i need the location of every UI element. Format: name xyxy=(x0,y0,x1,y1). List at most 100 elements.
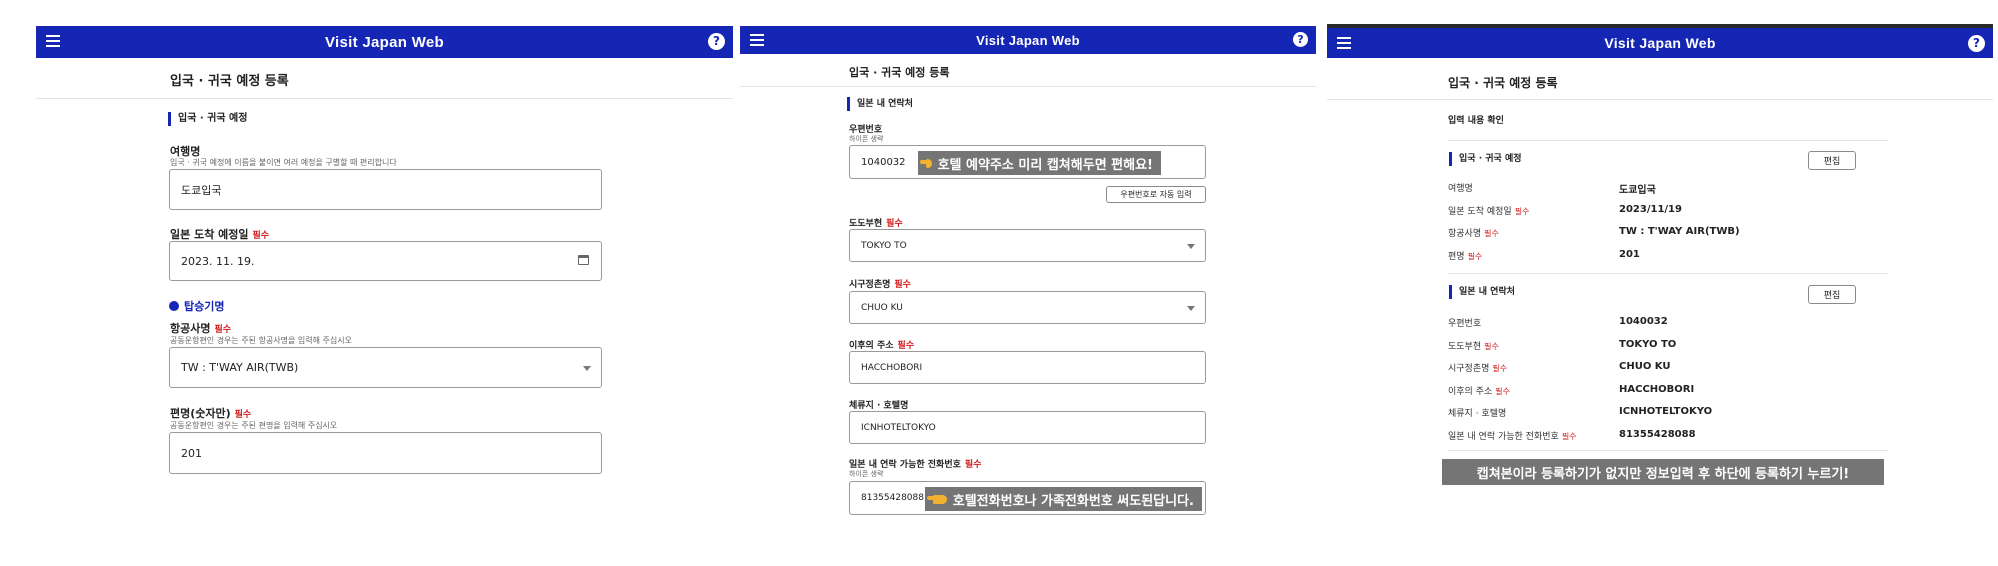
contact-row-label-text: 이후의 주소 xyxy=(1448,386,1493,397)
trip-row-label-text: 항공사명 xyxy=(1448,229,1482,239)
prefecture-label-text: 도도부현 xyxy=(849,219,883,229)
hotel-label-text: 체류지 · 호텔명 xyxy=(849,401,909,411)
chevron-down-icon xyxy=(1187,243,1195,249)
contact-row-value-4: ICNHOTELTOKYO xyxy=(1619,406,1713,417)
contact-row-label-text: 일본 내 연락 가능한 전화번호 xyxy=(1448,431,1559,442)
pointing-hand-icon xyxy=(927,494,947,504)
chevron-down-icon xyxy=(583,365,591,371)
screen-1-trip-plan: Visit Japan Web ? 입국 · 귀국 예정 등록 입국 · 귀국 … xyxy=(36,0,733,566)
auto-input-button[interactable]: 우편번호로 자동 입력 xyxy=(1106,186,1206,203)
prefecture-label: 도도부현 필수 xyxy=(849,216,903,229)
required-badge: 필수 xyxy=(897,341,915,351)
contact-row-label-4: 체류지 · 호텔명 xyxy=(1448,406,1506,419)
required-badge: 필수 xyxy=(214,325,232,335)
flight-no-label: 편명(숫자만) 필수 xyxy=(170,405,251,421)
bottom-callout-text: 캡쳐본이라 등록하기가 없지만 정보입력 후 하단에 등록하기 누르기! xyxy=(1476,466,1850,482)
airline-hint: 공동운항편인 경우는 주된 항공사명을 입력해 주십시오 xyxy=(170,336,352,345)
trip-row-value-3: 201 xyxy=(1619,248,1640,260)
city-label-text: 시구정촌명 xyxy=(849,280,891,290)
help-icon[interactable]: ? xyxy=(708,33,725,50)
trip-name-hint: 입국 · 귀국 예정에 이름을 붙이면 여러 예정을 구별할 때 편리합니다 xyxy=(170,158,397,167)
flight-no-label-text: 편명(숫자만) xyxy=(170,407,231,420)
section-title-trip: 입국 · 귀국 예정 xyxy=(168,112,247,126)
contact-row-label-text: 우편번호 xyxy=(1448,319,1482,329)
flight-section-title: 탑승기명 xyxy=(169,298,224,314)
address-input[interactable]: HACCHOBORI xyxy=(849,351,1206,384)
required-badge: 필수 xyxy=(1484,341,1499,351)
arrival-date-label: 일본 도착 예정일 필수 xyxy=(170,226,269,242)
hotel-value: ICNHOTELTOKYO xyxy=(861,422,936,433)
trip-name-value: 도쿄입국 xyxy=(181,183,222,197)
arrival-date-value: 2023. 11. 19. xyxy=(181,254,255,268)
section1-title: 입국 · 귀국 예정 xyxy=(1449,152,1522,166)
app-title: Visit Japan Web xyxy=(325,33,444,51)
phone-callout: 호텔전화번호나 가족전화번호 써도된답니다. xyxy=(925,487,1202,511)
required-badge: 필수 xyxy=(1467,251,1483,261)
calendar-icon[interactable] xyxy=(578,255,589,265)
required-badge: 필수 xyxy=(1495,386,1510,396)
app-header: Visit Japan Web ? xyxy=(740,26,1316,54)
title-divider xyxy=(740,86,1316,87)
hotel-input[interactable]: ICNHOTELTOKYO xyxy=(849,411,1206,444)
required-badge: 필수 xyxy=(964,460,982,470)
contact-row-label-text: 체류지 · 호텔명 xyxy=(1448,409,1507,419)
help-icon[interactable]: ? xyxy=(1293,32,1308,47)
postal-hint: 하이픈 생략 xyxy=(849,135,884,143)
required-badge: 필수 xyxy=(1561,431,1577,441)
contact-row-label-text: 시구정촌명 xyxy=(1448,364,1490,374)
required-badge: 필수 xyxy=(1514,206,1530,216)
pointing-hand-icon xyxy=(920,158,932,168)
edit-button-trip[interactable]: 편집 xyxy=(1808,151,1856,170)
contact-row-value-2: CHUO KU xyxy=(1619,361,1671,372)
screen-3-confirm: Visit Japan Web ? 입국 · 귀국 예정 등록 입력 내용 확인… xyxy=(1327,0,1993,566)
trip-row-label-text: 여행명 xyxy=(1448,184,1473,194)
trip-name-input[interactable]: 도쿄입국 xyxy=(169,169,602,210)
bottom-divider xyxy=(1448,450,1888,451)
confirm-title: 입력 내용 확인 xyxy=(1448,116,1504,126)
arrival-date-label-text: 일본 도착 예정일 xyxy=(170,228,249,241)
title-divider xyxy=(1327,99,1993,100)
page-title: 입국 · 귀국 예정 등록 xyxy=(170,74,289,89)
contact-row-label-1: 도도부현 필수 xyxy=(1448,339,1499,352)
required-badge: 필수 xyxy=(894,280,911,290)
required-badge: 필수 xyxy=(886,219,903,229)
page-title: 입국 · 귀국 예정 등록 xyxy=(849,66,950,79)
postal-callout: 호텔 예약주소 미리 캡쳐해두면 편해요! xyxy=(918,151,1161,175)
required-badge: 필수 xyxy=(1484,229,1499,238)
hotel-label: 체류지 · 호텔명 xyxy=(849,398,908,411)
prefecture-select[interactable]: TOKYO TO xyxy=(849,229,1206,262)
flight-no-input[interactable]: 201 xyxy=(169,432,602,474)
trip-row-label-1: 일본 도착 예정일 필수 xyxy=(1448,204,1529,217)
trip-row-value-1: 2023/11/19 xyxy=(1619,203,1682,215)
city-select[interactable]: CHUO KU xyxy=(849,291,1206,324)
page-title: 입국 · 귀국 예정 등록 xyxy=(1448,76,1558,90)
required-badge: 필수 xyxy=(252,231,270,241)
address-label: 이후의 주소 필수 xyxy=(849,338,914,351)
airline-value: TW : T'WAY AIR(TWB) xyxy=(181,361,299,374)
prefecture-value: TOKYO TO xyxy=(861,240,907,251)
trip-row-label-3: 편명 필수 xyxy=(1448,249,1482,262)
trip-row-label-0: 여행명 xyxy=(1448,181,1473,194)
trip-row-label-text: 편명 xyxy=(1448,251,1465,262)
app-header: Visit Japan Web ? xyxy=(1327,28,1993,58)
confirm-divider xyxy=(1448,140,1888,141)
edit-button-contact[interactable]: 편집 xyxy=(1808,285,1856,304)
trip-row-value-2: TW : T'WAY AIR(TWB) xyxy=(1619,226,1740,237)
title-divider xyxy=(36,98,733,99)
phone-hint: 하이픈 생략 xyxy=(849,470,884,478)
arrival-date-input[interactable]: 2023. 11. 19. xyxy=(169,241,602,281)
trip-row-label-2: 항공사명 필수 xyxy=(1448,226,1499,239)
section2-title: 일본 내 연락처 xyxy=(1449,285,1515,299)
airline-label-text: 항공사명 xyxy=(170,322,211,335)
airline-select[interactable]: TW : T'WAY AIR(TWB) xyxy=(169,347,602,388)
help-icon[interactable]: ? xyxy=(1968,35,1985,52)
contact-row-label-3: 이후의 주소 필수 xyxy=(1448,384,1510,397)
contact-row-label-text: 도도부현 xyxy=(1448,341,1482,352)
bottom-callout: 캡쳐본이라 등록하기가 없지만 정보입력 후 하단에 등록하기 누르기! xyxy=(1442,459,1884,485)
trip-row-value-0: 도쿄입국 xyxy=(1619,185,1656,196)
airline-label: 항공사명 필수 xyxy=(170,320,231,336)
phone-value: 81355428088 xyxy=(861,493,924,503)
contact-row-value-5: 81355428088 xyxy=(1619,428,1696,440)
address-value: HACCHOBORI xyxy=(861,362,923,373)
flight-section-text: 탑승기명 xyxy=(184,300,225,313)
